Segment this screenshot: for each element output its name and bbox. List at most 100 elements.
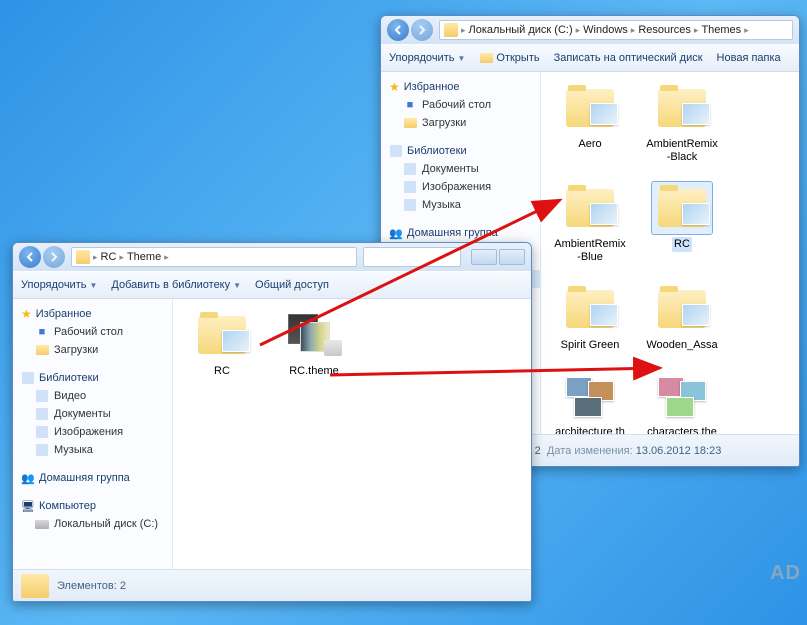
chevron-icon: ▸ — [461, 25, 466, 36]
back-button[interactable] — [387, 19, 409, 41]
folder-icon — [658, 290, 706, 328]
breadcrumb-segment[interactable]: Resources — [638, 24, 691, 36]
file-list[interactable]: Aero AmbientRemix-Black AmbientRemix-Blue R… — [541, 72, 799, 434]
file-label: architecture.theme — [551, 425, 629, 434]
breadcrumb-segment[interactable]: Theme — [127, 251, 161, 263]
back-button[interactable] — [19, 246, 41, 268]
file-item[interactable]: Spirit Green — [551, 283, 629, 353]
sidebar-item[interactable]: Документы — [13, 405, 172, 423]
forward-button[interactable] — [411, 19, 433, 41]
folder-icon — [566, 290, 614, 328]
breadcrumb-segment[interactable]: Локальный диск (C:) — [469, 24, 573, 36]
address-bar[interactable]: ▸ RC ▸ Theme ▸ — [71, 247, 357, 267]
sidebar-item[interactable]: Видео — [13, 387, 172, 405]
file-item[interactable]: RC — [183, 309, 261, 379]
maximize-button[interactable] — [499, 249, 525, 265]
file-item[interactable]: AmbientRemix-Black — [643, 82, 721, 164]
file-item[interactable]: characters.theme — [643, 370, 721, 434]
chevron-icon: ▸ — [164, 252, 169, 263]
breadcrumb-segment[interactable]: RC — [101, 251, 117, 263]
folder-icon — [658, 89, 706, 127]
drive-icon — [35, 520, 49, 529]
theme-icon — [656, 375, 708, 417]
file-item[interactable]: Aero — [551, 82, 629, 164]
file-label: RC — [672, 237, 692, 252]
toolbar: Упорядочить▼ Добавить в библиотеку▼ Общи… — [13, 271, 531, 299]
homegroup-header[interactable]: 👥Домашняя группа — [13, 469, 172, 487]
organize-menu[interactable]: Упорядочить▼ — [21, 279, 97, 291]
sidebar-item-drive[interactable]: Локальный диск (C:) — [13, 515, 172, 533]
folder-icon — [658, 189, 706, 227]
folder-icon — [444, 23, 458, 37]
file-item[interactable]: architecture.theme — [551, 370, 629, 434]
homegroup-header[interactable]: 👥Домашняя группа — [381, 224, 540, 242]
file-label: RC.theme — [287, 364, 341, 379]
file-list[interactable]: RC RC.theme — [173, 299, 531, 569]
folder-icon — [566, 189, 614, 227]
sidebar-item[interactable]: Изображения — [381, 178, 540, 196]
folder-icon — [21, 574, 49, 598]
file-label: AmbientRemix-Black — [643, 137, 721, 164]
file-item[interactable]: RC.theme — [275, 309, 353, 379]
open-button[interactable]: Открыть — [479, 51, 539, 65]
add-to-library-menu[interactable]: Добавить в библиотеку▼ — [111, 279, 241, 291]
status-bar: Элементов: 2 — [13, 569, 531, 601]
chevron-icon: ▸ — [631, 25, 636, 36]
new-folder-button[interactable]: Новая папка — [717, 52, 781, 64]
sidebar-item-desktop[interactable]: ■Рабочий стол — [13, 323, 172, 341]
file-item[interactable]: Wooden_Assa — [643, 283, 721, 353]
status-date-value: 13.06.2012 18:23 — [636, 445, 722, 457]
address-bar[interactable]: ▸ Локальный диск (C:) ▸ Windows ▸ Resour… — [439, 20, 793, 40]
burn-button[interactable]: Записать на оптический диск — [554, 52, 703, 64]
titlebar[interactable]: ▸ Локальный диск (C:) ▸ Windows ▸ Resour… — [381, 16, 799, 44]
file-label: RC — [212, 364, 232, 379]
sidebar-item-downloads[interactable]: Загрузки — [381, 114, 540, 132]
toolbar: Упорядочить▼ Открыть Записать на оптичес… — [381, 44, 799, 72]
chevron-icon: ▸ — [93, 252, 98, 263]
library-icon — [404, 199, 416, 211]
chevron-icon: ▸ — [119, 252, 124, 263]
watermark: AD — [770, 562, 801, 585]
file-item[interactable]: RC — [643, 182, 721, 264]
computer-header[interactable]: 🖥Компьютер — [13, 497, 172, 515]
sidebar-item[interactable]: Музыка — [13, 441, 172, 459]
favorites-header[interactable]: ★Избранное — [381, 78, 540, 96]
file-label: AmbientRemix-Blue — [551, 237, 629, 264]
breadcrumb-segment[interactable]: Windows — [583, 24, 628, 36]
library-icon — [390, 145, 402, 157]
folder-icon — [76, 250, 90, 264]
computer-icon: 🖥 — [21, 499, 35, 513]
homegroup-icon: 👥 — [21, 471, 35, 485]
libraries-header[interactable]: Библиотеки — [13, 369, 172, 387]
status-date-label: Дата изменения: — [547, 445, 633, 457]
sidebar-item-desktop[interactable]: ■Рабочий стол — [381, 96, 540, 114]
libraries-header[interactable]: Библиотеки — [381, 142, 540, 160]
forward-button[interactable] — [43, 246, 65, 268]
library-icon — [22, 372, 34, 384]
library-icon — [404, 163, 416, 175]
explorer-window-rc[interactable]: ▸ RC ▸ Theme ▸ Упорядочить▼ Добавить в б… — [12, 242, 532, 602]
file-item[interactable]: AmbientRemix-Blue — [551, 182, 629, 264]
chevron-icon: ▸ — [576, 25, 581, 36]
homegroup-icon: 👥 — [389, 226, 403, 240]
folder-icon — [36, 345, 49, 355]
sidebar-item[interactable]: Документы — [381, 160, 540, 178]
library-icon — [36, 390, 48, 402]
favorites-header[interactable]: ★Избранное — [13, 305, 172, 323]
file-label: characters.theme — [643, 425, 721, 434]
minimize-button[interactable] — [471, 249, 497, 265]
search-input[interactable] — [363, 247, 461, 267]
sidebar-item-downloads[interactable]: Загрузки — [13, 341, 172, 359]
organize-menu[interactable]: Упорядочить▼ — [389, 52, 465, 64]
sidebar-item[interactable]: Музыка — [381, 196, 540, 214]
star-icon: ★ — [389, 80, 400, 94]
theme-icon — [288, 314, 340, 356]
share-menu[interactable]: Общий доступ — [255, 279, 329, 291]
folder-icon — [566, 89, 614, 127]
chevron-icon: ▸ — [694, 25, 699, 36]
folder-icon: ■ — [35, 325, 49, 339]
breadcrumb-segment[interactable]: Themes — [701, 24, 741, 36]
titlebar[interactable]: ▸ RC ▸ Theme ▸ — [13, 243, 531, 271]
sidebar-item[interactable]: Изображения — [13, 423, 172, 441]
library-icon — [36, 408, 48, 420]
